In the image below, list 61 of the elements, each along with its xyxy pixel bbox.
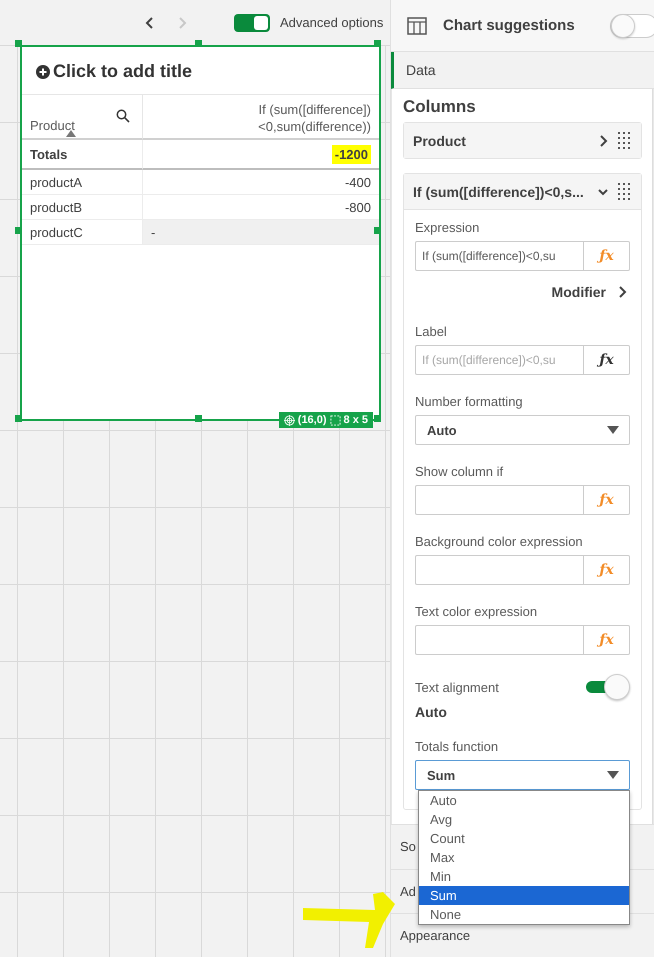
resize-handle[interactable] [374,40,381,47]
property-label: Show column if [415,464,504,480]
property-value: Auto [415,704,448,720]
column-header[interactable]: Product [30,117,75,134]
dropdown-option[interactable]: Max [419,848,629,868]
expression-field[interactable]: If (sum([difference])<0,su [415,345,583,376]
dropdown-option[interactable]: None [419,905,629,924]
columns-heading: Columns [403,97,477,118]
totals-value: -1200 [332,144,371,164]
text-alignment-switch[interactable] [586,674,630,700]
resize-handle[interactable] [195,40,202,47]
expression-field[interactable] [415,555,583,586]
property-label: Background color expression [415,534,584,550]
caret-down-icon [607,771,619,780]
dropdown[interactable]: Sum [415,760,630,790]
property-label: Number formatting [415,394,524,410]
totals-label: Totals [22,140,143,170]
modifier-link[interactable]: Modifier [552,284,630,300]
resize-handle[interactable] [374,227,381,234]
dropdown-option[interactable]: Auto [419,791,629,810]
panel-title: Chart suggestions [443,17,576,34]
dropdown-option[interactable]: Sum [419,886,629,906]
resize-handle[interactable] [195,415,202,422]
plus-circle-icon [36,64,50,78]
size-frame-icon [330,414,341,426]
advanced-options-toggle[interactable] [234,14,270,32]
table-cell: productB [22,195,143,220]
property-label: Expression [415,220,480,236]
caret-down-icon [607,426,619,434]
expression-field[interactable] [415,485,583,516]
table-cell: - [143,220,379,245]
dropdown[interactable]: Auto [415,415,630,446]
drag-handle-icon[interactable] [617,130,633,151]
table-icon [407,16,427,35]
drag-handle-icon[interactable] [617,182,633,202]
column-header[interactable]: If (sum([difference]) <0,sum(difference)) [258,101,371,135]
data-tab[interactable]: Data [391,52,654,90]
search-icon[interactable] [116,109,130,123]
resize-handle[interactable] [15,227,22,234]
property-label: Label [415,324,448,340]
advanced-options-label: Advanced options [280,15,384,30]
sort-ascending-icon [66,130,76,137]
resize-handle[interactable] [15,40,22,47]
expression-field[interactable] [415,625,583,656]
property-label: Text alignment [415,680,499,695]
dropdown-option[interactable]: Min [419,867,629,886]
resize-handle[interactable] [15,415,22,422]
property-label: Text color expression [415,604,538,620]
chart-suggestions-toggle[interactable] [610,14,654,38]
table-cell: productC [22,220,143,245]
formula-button[interactable]: ƒx [583,345,630,376]
expression-field[interactable]: If (sum([difference])<0,su [415,241,583,272]
add-title-button[interactable]: Click to add title [22,47,379,94]
resize-handle[interactable] [374,415,381,422]
column-item-header[interactable]: If (sum([difference])<0,s... [404,174,641,210]
property-label: Totals function [415,739,500,754]
dropdown-option[interactable]: Avg [419,810,629,830]
table-cell: productA [22,170,143,195]
target-icon [284,414,295,426]
column-item-header[interactable]: Product [404,123,641,158]
dropdown-option[interactable]: Count [419,829,629,848]
